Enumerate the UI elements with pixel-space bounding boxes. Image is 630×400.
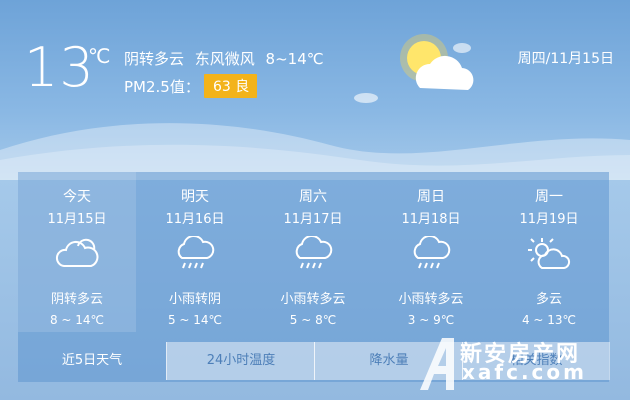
- light-rain-icon: [295, 236, 333, 269]
- current-temperature: 13: [24, 36, 95, 99]
- day-condition: 阴转多云: [50, 292, 103, 307]
- partly-cloudy-icon: [528, 238, 571, 269]
- forecast-day: 明天 11月16日 小雨转阴 5 ~ 14℃: [136, 172, 254, 332]
- day-date: 11月18日: [401, 212, 461, 227]
- tab-5-day[interactable]: 近5日天气: [18, 342, 166, 380]
- forecast-day: 今天 11月15日 阴转多云 8 ~ 14℃: [18, 172, 136, 332]
- light-rain-icon: [413, 236, 451, 269]
- day-date: 11月19日: [519, 212, 579, 227]
- pm25-label: PM2.5值：: [124, 78, 200, 96]
- small-cloud-icon: [354, 93, 378, 103]
- day-name: 明天: [181, 189, 209, 205]
- watermark-logo: [420, 338, 454, 390]
- sun-cloud-icon: [400, 34, 474, 90]
- watermark-url: xafc.com: [462, 360, 587, 384]
- forecast-day: 周一 11月19日 多云 4 ~ 13℃: [490, 172, 608, 332]
- forecast-day: 周六 11月17日 小雨转多云 5 ~ 8℃: [254, 172, 372, 332]
- day-name: 周六: [299, 189, 327, 205]
- day-condition: 多云: [535, 292, 562, 307]
- background-hills: [0, 123, 630, 180]
- day-condition: 小雨转阴: [168, 292, 221, 307]
- temperature-unit: ℃: [88, 44, 111, 68]
- day-date: 11月15日: [47, 212, 107, 227]
- tab-24h-temp[interactable]: 24小时温度: [166, 342, 315, 380]
- aqi-badge: 63 良: [204, 74, 258, 98]
- day-condition: 小雨转多云: [398, 292, 464, 307]
- day-name: 周一: [535, 189, 563, 205]
- current-date: 周四/11月15日: [517, 51, 614, 67]
- day-temp-range: 4 ~ 13℃: [521, 313, 577, 327]
- light-rain-icon: [177, 236, 215, 269]
- current-description: 阴转多云 东风微风 8~14℃: [124, 50, 324, 68]
- cloudy-icon: [55, 238, 99, 267]
- day-temp-range: 5 ~ 14℃: [167, 313, 223, 327]
- day-temp-range: 3 ~ 9℃: [407, 313, 455, 327]
- day-name: 周日: [417, 189, 445, 205]
- day-date: 11月17日: [283, 212, 343, 227]
- day-name: 今天: [63, 189, 91, 205]
- day-temp-range: 5 ~ 8℃: [289, 313, 337, 327]
- day-date: 11月16日: [165, 212, 225, 227]
- day-temp-range: 8 ~ 14℃: [49, 313, 105, 327]
- day-condition: 小雨转多云: [280, 292, 346, 307]
- forecast-day: 周日 11月18日 小雨转多云 3 ~ 9℃: [372, 172, 490, 332]
